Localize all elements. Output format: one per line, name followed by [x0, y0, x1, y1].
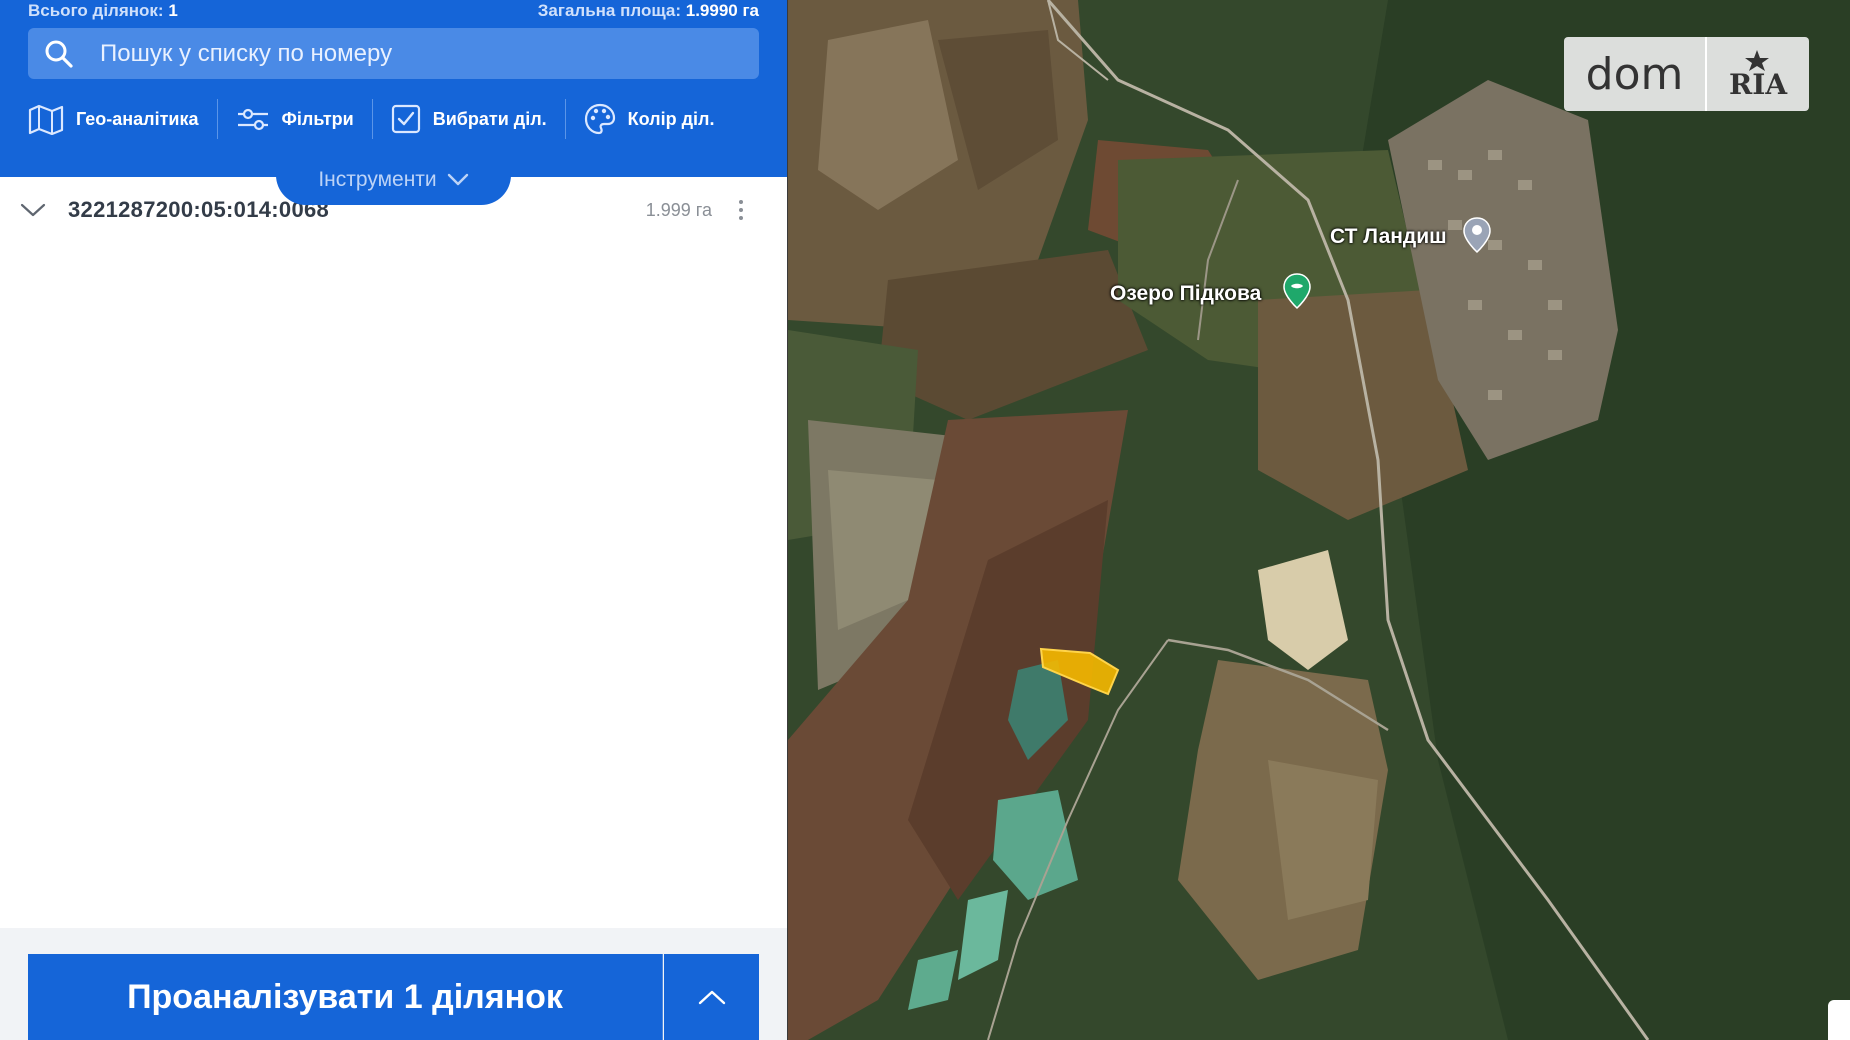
expand-footer-button[interactable]: [664, 954, 759, 1040]
geo-analytics-button[interactable]: Гео-аналітика: [28, 97, 199, 141]
expand-parcel-chevron-icon[interactable]: [20, 202, 50, 218]
palette-icon: [584, 103, 615, 135]
domria-logo: dom RIA: [1564, 37, 1809, 111]
analyze-parcels-button[interactable]: Проаналізувати 1 ділянок: [28, 954, 663, 1040]
satellite-imagery: [788, 0, 1850, 1040]
map-edge-control[interactable]: [1828, 1000, 1850, 1040]
summary-row: Всього ділянок: 1 Загальна площа: 1.9990…: [28, 0, 759, 22]
parcel-panel: Всього ділянок: 1 Загальна площа: 1.9990…: [0, 0, 787, 1040]
toolbar-divider: [216, 99, 218, 139]
total-parcels-label: Всього ділянок:: [28, 1, 164, 20]
settlement-label[interactable]: СТ Ландиш: [1330, 225, 1447, 249]
chevron-down-icon: [447, 173, 468, 186]
parcel-color-button[interactable]: Колір діл.: [584, 97, 715, 141]
settlement-pin-icon[interactable]: [1462, 216, 1492, 259]
toolbar: Гео-аналітика Фільтри Вибрати діл. Колір…: [28, 97, 763, 141]
satellite-map[interactable]: СТ Ландиш Озеро Підкова dom RIA: [788, 0, 1850, 1040]
panel-header: Всього ділянок: 1 Загальна площа: 1.9990…: [0, 0, 787, 177]
filters-label: Фільтри: [281, 108, 354, 129]
app-window: Всього ділянок: 1 Загальна площа: 1.9990…: [0, 0, 1850, 1040]
logo-ria-text: RIA: [1729, 68, 1788, 101]
total-parcels: Всього ділянок: 1: [28, 1, 178, 21]
geo-analytics-label: Гео-аналітика: [76, 108, 199, 129]
toolbar-divider: [564, 99, 566, 139]
filters-button[interactable]: Фільтри: [236, 97, 354, 141]
checkbox-icon: [391, 104, 420, 134]
map-icon: [28, 104, 64, 135]
logo-ria: RIA: [1707, 37, 1809, 111]
logo-dom-text: dom: [1564, 37, 1707, 111]
select-parcels-button[interactable]: Вибрати діл.: [391, 97, 547, 141]
total-area-value: 1.9990 га: [685, 1, 759, 20]
lake-pin-icon[interactable]: [1282, 272, 1312, 315]
search-icon: [32, 28, 86, 79]
total-area-label: Загальна площа:: [537, 1, 681, 20]
lake-label[interactable]: Озеро Підкова: [1110, 282, 1261, 306]
more-options-icon[interactable]: [731, 194, 751, 226]
toolbar-divider: [371, 99, 373, 139]
tools-dropdown-tab[interactable]: Інструменти: [276, 155, 511, 205]
total-area: Загальна площа: 1.9990 га: [538, 1, 759, 21]
sliders-icon: [237, 108, 268, 131]
chevron-up-icon: [698, 990, 725, 1005]
total-parcels-value: 1: [168, 1, 178, 20]
tools-tab-label: Інструменти: [318, 168, 437, 191]
search-input[interactable]: [86, 32, 759, 75]
search-box[interactable]: [28, 28, 759, 79]
select-parcels-label: Вибрати діл.: [432, 108, 547, 129]
parcel-area: 1.999 га: [645, 199, 712, 220]
parcel-color-label: Колір діл.: [627, 108, 715, 129]
